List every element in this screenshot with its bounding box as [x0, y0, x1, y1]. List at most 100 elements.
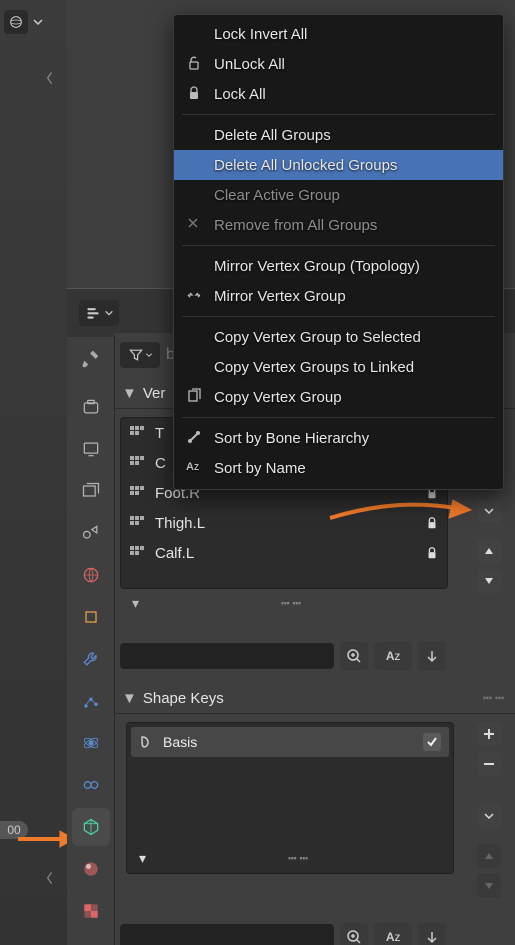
list-item-label: T [155, 425, 164, 442]
tab-world[interactable] [72, 556, 110, 594]
tab-scene[interactable] [72, 514, 110, 552]
minus-icon [482, 757, 496, 771]
annotation-arrow-right [325, 488, 475, 528]
triangle-down-icon [483, 880, 495, 892]
vertex-group-icon [129, 455, 145, 471]
lock-icon[interactable] [425, 546, 439, 560]
texture-icon [81, 901, 101, 921]
menu-copy-to-selected[interactable]: Copy Vertex Group to Selected [174, 322, 503, 352]
menu-delete-unlocked[interactable]: Delete All Unlocked Groups [174, 150, 503, 180]
viewport-header [0, 10, 50, 34]
filter-search-button[interactable] [340, 642, 368, 670]
triangle-up-icon [483, 850, 495, 862]
menu-unlock-all[interactable]: UnLock All [174, 49, 503, 79]
add-button[interactable] [477, 722, 501, 746]
specials-menu-button[interactable] [477, 499, 501, 523]
remove-button[interactable] [477, 752, 501, 776]
menu-separator [182, 245, 495, 246]
menu-copy-to-linked[interactable]: Copy Vertex Groups to Linked [174, 352, 503, 382]
copy-icon [186, 388, 204, 406]
output-icon [81, 439, 101, 459]
chevron-down-icon [104, 308, 114, 318]
check-icon [426, 736, 438, 748]
disclosure-triangle-icon[interactable]: ▾ [139, 850, 146, 867]
list-footer: ▾ ┅┅ [127, 850, 453, 867]
tab-data[interactable] [72, 808, 110, 846]
list-item[interactable]: Calf.L [121, 538, 447, 568]
shape-keys-filter-row: AZ [120, 918, 446, 945]
menu-mirror[interactable]: Mirror Vertex Group [174, 281, 503, 311]
move-up-button[interactable] [477, 539, 501, 563]
tab-viewlayer[interactable] [72, 472, 110, 510]
menu-remove-from-all[interactable]: Remove from All Groups [174, 210, 503, 240]
tab-modifiers[interactable] [72, 640, 110, 678]
menu-separator [182, 417, 495, 418]
triangle-up-icon [483, 545, 495, 557]
shape-keys-header[interactable]: ▼ Shape Keys ┅┅ [114, 683, 515, 714]
drag-handle-icon: ┅┅ [288, 850, 311, 867]
filter-search-button[interactable] [340, 923, 368, 945]
lock-icon [186, 85, 204, 103]
properties-tabs [67, 336, 115, 945]
menu-delete-all[interactable]: Delete All Groups [174, 120, 503, 150]
vertex-group-icon [129, 515, 145, 531]
mesh-data-icon [81, 817, 101, 837]
menu-mirror-topology[interactable]: Mirror Vertex Group (Topology) [174, 251, 503, 281]
editor-type-selector[interactable] [79, 300, 119, 326]
menu-copy[interactable]: Copy Vertex Group [174, 382, 503, 412]
specials-menu-button[interactable] [477, 804, 501, 828]
sort-alpha-icon: AZ [386, 930, 400, 944]
mode-selector[interactable] [4, 10, 28, 34]
filter-input[interactable] [120, 924, 334, 945]
shape-keys-list[interactable]: Basis ▾ ┅┅ [126, 722, 454, 874]
move-down-button[interactable] [477, 569, 501, 593]
move-up-button[interactable] [477, 844, 501, 868]
particles-icon [81, 691, 101, 711]
menu-separator [182, 316, 495, 317]
mute-toggle[interactable] [423, 733, 441, 751]
tab-texture[interactable] [72, 892, 110, 930]
menu-lock-all[interactable]: Lock All [174, 79, 503, 109]
list-item[interactable]: Basis [131, 727, 449, 757]
tab-output[interactable] [72, 430, 110, 468]
unlock-icon [186, 55, 204, 73]
bone-icon [186, 429, 204, 447]
menu-clear-active[interactable]: Clear Active Group [174, 180, 503, 210]
filter-sort-button[interactable]: AZ [374, 923, 412, 945]
vertex-groups-filter-row: AZ [120, 637, 446, 675]
filter-input[interactable] [120, 643, 334, 669]
world-icon [81, 565, 101, 585]
image-stack-icon [81, 481, 101, 501]
scene-icon [81, 523, 101, 543]
chevron-down-icon [482, 809, 496, 823]
disclosure-triangle-icon: ▼ [122, 690, 137, 707]
sort-alpha-icon: AZ [386, 649, 400, 663]
collapse-toggle-top[interactable] [45, 70, 55, 86]
collapse-toggle-bottom[interactable] [45, 870, 55, 886]
funnel-icon [128, 347, 144, 363]
chevron-left-icon [45, 870, 55, 886]
filter-reverse-button[interactable] [418, 642, 446, 670]
tab-physics[interactable] [72, 724, 110, 762]
disclosure-triangle-icon[interactable]: ▾ [132, 595, 139, 612]
material-icon [81, 859, 101, 879]
tab-material[interactable] [72, 850, 110, 888]
vertex-group-icon [129, 425, 145, 441]
arrow-down-icon [425, 649, 439, 663]
tab-object[interactable] [72, 598, 110, 636]
list-item-label: Basis [163, 734, 197, 750]
menu-sort-name[interactable]: AZ Sort by Name [174, 453, 503, 483]
datablock-selector[interactable] [120, 342, 160, 368]
x-icon [186, 216, 204, 234]
menu-sort-bone[interactable]: Sort by Bone Hierarchy [174, 423, 503, 453]
tab-constraints[interactable] [72, 766, 110, 804]
chevron-down-icon [145, 351, 153, 359]
menu-lock-invert[interactable]: Lock Invert All [174, 19, 503, 49]
mode-dropdown[interactable] [28, 10, 48, 34]
section-title: Ver [143, 385, 166, 402]
tab-particles[interactable] [72, 682, 110, 720]
filter-reverse-button[interactable] [418, 923, 446, 945]
tab-render[interactable] [72, 388, 110, 426]
filter-sort-button[interactable]: AZ [374, 642, 412, 670]
move-down-button[interactable] [477, 874, 501, 898]
